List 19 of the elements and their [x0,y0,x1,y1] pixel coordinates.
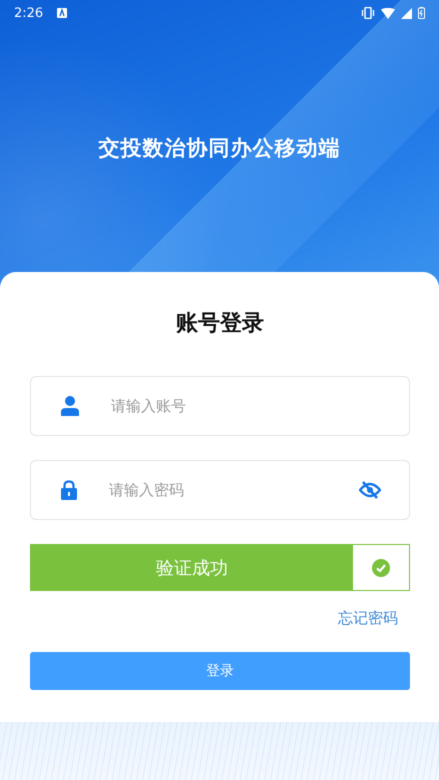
notification-icon [57,8,68,18]
check-icon [372,558,390,576]
slider-verify[interactable]: 验证成功 [30,544,410,591]
signal-icon [401,8,412,18]
app-title: 交投数治协同办公移动端 [98,135,342,162]
slider-handle[interactable] [353,545,409,590]
eye-slash-icon[interactable] [359,480,381,500]
login-button[interactable]: 登录 [30,652,410,690]
vibrate-icon [361,7,375,19]
forgot-password-link[interactable]: 忘记密码 [338,609,398,628]
password-input[interactable]: 请输入密码 [107,480,359,500]
verify-text: 验证成功 [155,556,229,580]
status-time: 2:26 [14,6,44,20]
user-icon [61,396,79,416]
login-heading: 账号登录 [175,310,265,338]
account-input[interactable]: 请输入账号 [109,396,381,416]
lock-icon [61,480,77,500]
wifi-icon [381,8,395,18]
battery-icon [418,7,425,19]
